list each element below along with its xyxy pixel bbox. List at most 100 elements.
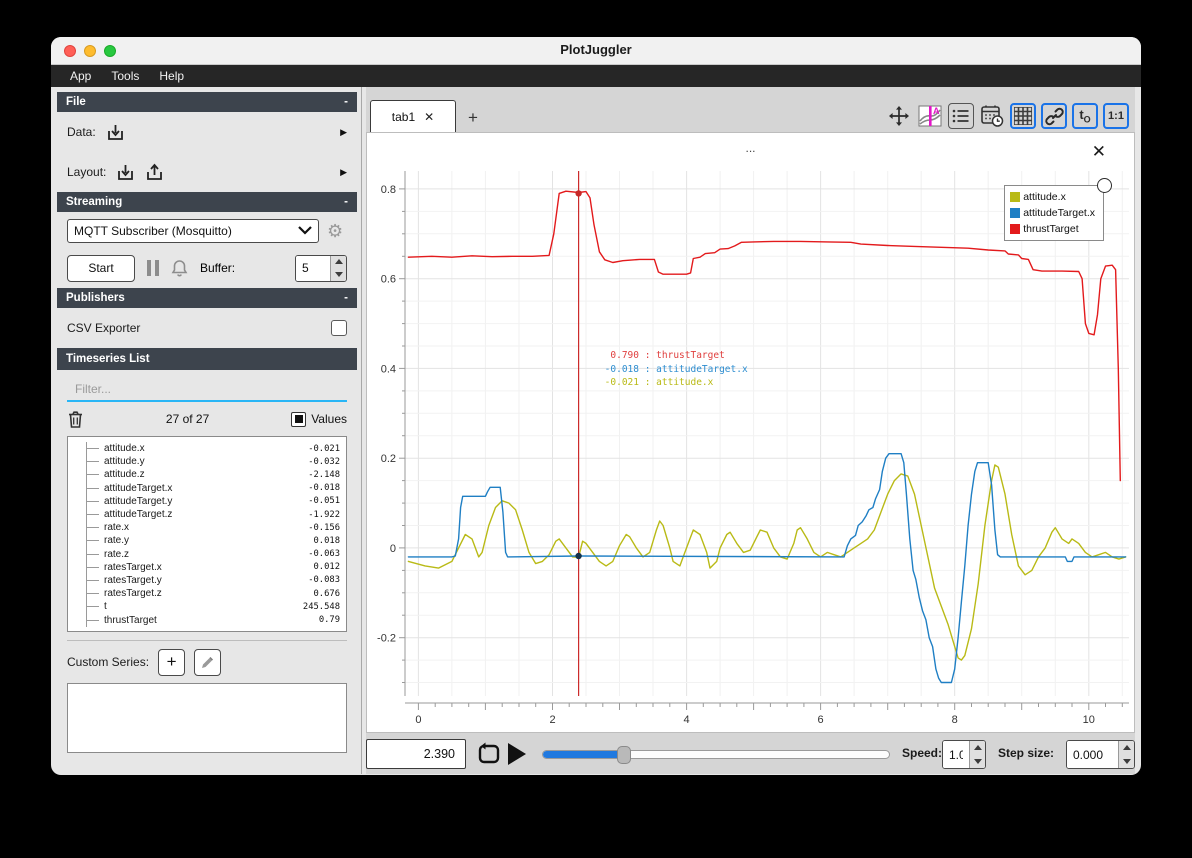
timeseries-row[interactable]: ratesTarget.z 0.676 bbox=[87, 587, 340, 600]
timeseries-row[interactable]: attitudeTarget.z -1.922 bbox=[87, 508, 340, 521]
buffer-spinbox[interactable] bbox=[295, 254, 347, 282]
legend-swatch bbox=[1010, 224, 1021, 234]
timeseries-row[interactable]: rate.y 0.018 bbox=[87, 534, 340, 547]
menu-app[interactable]: App bbox=[61, 67, 100, 85]
main-area: tab1 ✕ + A tO 1:1 ... ✕ attitude.x attit… bbox=[366, 87, 1135, 774]
sidebar: File - Data: ▶ Layout: ▶ Streaming - MQT… bbox=[57, 92, 357, 753]
datetime-icon[interactable] bbox=[979, 103, 1005, 129]
spin-down-icon[interactable] bbox=[1119, 755, 1134, 769]
section-header-timeseries[interactable]: Timeseries List bbox=[57, 348, 357, 370]
titlebar: PlotJuggler bbox=[51, 37, 1141, 65]
curve-tracker-icon[interactable]: A bbox=[917, 103, 943, 129]
data-label: Data: bbox=[67, 125, 96, 139]
spin-up-icon[interactable] bbox=[970, 741, 985, 755]
svg-text:0.2: 0.2 bbox=[381, 453, 396, 465]
ratio-icon[interactable]: 1:1 bbox=[1103, 103, 1129, 129]
svg-text:0.8: 0.8 bbox=[381, 184, 396, 196]
collapse-icon[interactable]: - bbox=[344, 196, 348, 208]
spin-up-icon[interactable] bbox=[331, 256, 346, 269]
save-layout-icon[interactable] bbox=[145, 163, 164, 182]
legend-item[interactable]: attitudeTarget.x bbox=[1010, 207, 1095, 219]
tree-branch-icon bbox=[87, 514, 99, 516]
csv-exporter-checkbox[interactable] bbox=[331, 320, 347, 336]
timeseries-row[interactable]: ratesTarget.y -0.083 bbox=[87, 574, 340, 587]
timeseries-row[interactable]: rate.x -0.156 bbox=[87, 521, 340, 534]
spin-down-icon[interactable] bbox=[970, 755, 985, 769]
filter-input[interactable] bbox=[67, 378, 347, 402]
menu-tools[interactable]: Tools bbox=[102, 67, 148, 85]
plot-corner-handle[interactable] bbox=[1097, 178, 1112, 193]
tree-branch-icon bbox=[87, 527, 99, 529]
svg-text:-0.2: -0.2 bbox=[377, 633, 396, 645]
layout-expand-arrow[interactable]: ▶ bbox=[340, 167, 347, 178]
splitter[interactable] bbox=[361, 87, 362, 774]
timeseries-row[interactable]: thrustTarget 0.79 bbox=[87, 613, 340, 626]
link-axes-icon[interactable] bbox=[1041, 103, 1067, 129]
timeseries-row[interactable]: attitudeTarget.y -0.051 bbox=[87, 495, 340, 508]
edit-custom-series-button[interactable] bbox=[194, 648, 222, 676]
close-tab-icon[interactable]: ✕ bbox=[424, 110, 434, 124]
section-header-streaming[interactable]: Streaming - bbox=[57, 192, 357, 212]
time-offset-icon[interactable]: tO bbox=[1072, 103, 1098, 129]
legend[interactable]: attitude.x attitudeTarget.x thrustTarget bbox=[1004, 185, 1104, 241]
data-expand-arrow[interactable]: ▶ bbox=[340, 127, 347, 138]
plot-panel: ... ✕ attitude.x attitudeTarget.x thrustTa… bbox=[366, 132, 1135, 733]
legend-item[interactable]: attitude.x bbox=[1010, 191, 1095, 203]
slider-fill bbox=[543, 751, 625, 758]
time-input[interactable] bbox=[367, 740, 465, 768]
close-plot-icon[interactable]: ✕ bbox=[1092, 143, 1106, 160]
timeseries-row[interactable]: attitude.z -2.148 bbox=[87, 468, 340, 481]
timeseries-list[interactable]: attitude.x -0.021 attitude.y -0.032 attitude… bbox=[67, 436, 347, 632]
play-icon[interactable] bbox=[508, 743, 526, 765]
speed-spinbox[interactable] bbox=[942, 740, 986, 769]
pause-icon[interactable] bbox=[147, 260, 159, 276]
step-size-value[interactable] bbox=[1067, 741, 1118, 768]
load-data-icon[interactable] bbox=[106, 123, 125, 142]
timeseries-row[interactable]: t 245.548 bbox=[87, 600, 340, 613]
time-field[interactable] bbox=[366, 739, 466, 769]
step-size-spinbox[interactable] bbox=[1066, 740, 1135, 769]
svg-text:0.6: 0.6 bbox=[381, 274, 396, 286]
timeseries-row[interactable]: rate.z -0.063 bbox=[87, 548, 340, 561]
menu-help[interactable]: Help bbox=[150, 67, 193, 85]
tree-branch-icon bbox=[87, 566, 99, 568]
speed-value[interactable] bbox=[943, 741, 969, 768]
list-icon[interactable] bbox=[948, 103, 974, 129]
spin-up-icon[interactable] bbox=[1119, 741, 1134, 755]
section-header-publishers[interactable]: Publishers - bbox=[57, 288, 357, 308]
timeseries-row[interactable]: attitude.y -0.032 bbox=[87, 455, 340, 468]
timeseries-row[interactable]: attitude.x -0.021 bbox=[87, 442, 340, 455]
svg-text:6: 6 bbox=[818, 714, 824, 726]
custom-series-list[interactable] bbox=[67, 683, 347, 753]
values-checkbox[interactable] bbox=[291, 411, 307, 427]
trash-icon[interactable] bbox=[67, 410, 84, 429]
collapse-icon[interactable]: - bbox=[344, 96, 348, 108]
section-header-file[interactable]: File - bbox=[57, 92, 357, 112]
layout-label: Layout: bbox=[67, 165, 107, 179]
slider-handle[interactable] bbox=[617, 746, 631, 764]
streaming-source-select[interactable]: MQTT Subscriber (Mosquitto) bbox=[67, 219, 319, 243]
start-button[interactable]: Start bbox=[67, 254, 135, 282]
add-custom-series-button[interactable]: + bbox=[158, 648, 186, 676]
plot-title: ... bbox=[745, 141, 756, 155]
timeseries-row[interactable]: attitudeTarget.x -0.018 bbox=[87, 482, 340, 495]
spin-down-icon[interactable] bbox=[331, 268, 346, 281]
tab-bar: tab1 ✕ + A tO 1:1 bbox=[366, 100, 1135, 132]
layout-row: Layout: ▶ bbox=[67, 152, 347, 192]
tracker-tooltip: 0.790 : thrustTarget -0.018 : attitudeTar… bbox=[604, 350, 748, 388]
legend-item[interactable]: thrustTarget bbox=[1010, 223, 1095, 235]
add-tab-button[interactable]: + bbox=[468, 108, 478, 132]
tree-branch-icon bbox=[87, 579, 99, 581]
time-slider[interactable] bbox=[542, 746, 890, 764]
grid-layout-icon[interactable] bbox=[1010, 103, 1036, 129]
bell-icon[interactable] bbox=[171, 259, 188, 277]
load-layout-icon[interactable] bbox=[116, 163, 135, 182]
tree-branch-icon bbox=[87, 500, 99, 502]
timeseries-row[interactable]: ratesTarget.x 0.012 bbox=[87, 561, 340, 574]
buffer-value[interactable] bbox=[296, 255, 330, 281]
gear-icon[interactable]: ⚙ bbox=[327, 222, 343, 240]
collapse-icon[interactable]: - bbox=[344, 292, 348, 304]
tab-tab1[interactable]: tab1 ✕ bbox=[370, 100, 456, 132]
loop-icon[interactable] bbox=[476, 741, 502, 767]
move-icon[interactable] bbox=[886, 103, 912, 129]
